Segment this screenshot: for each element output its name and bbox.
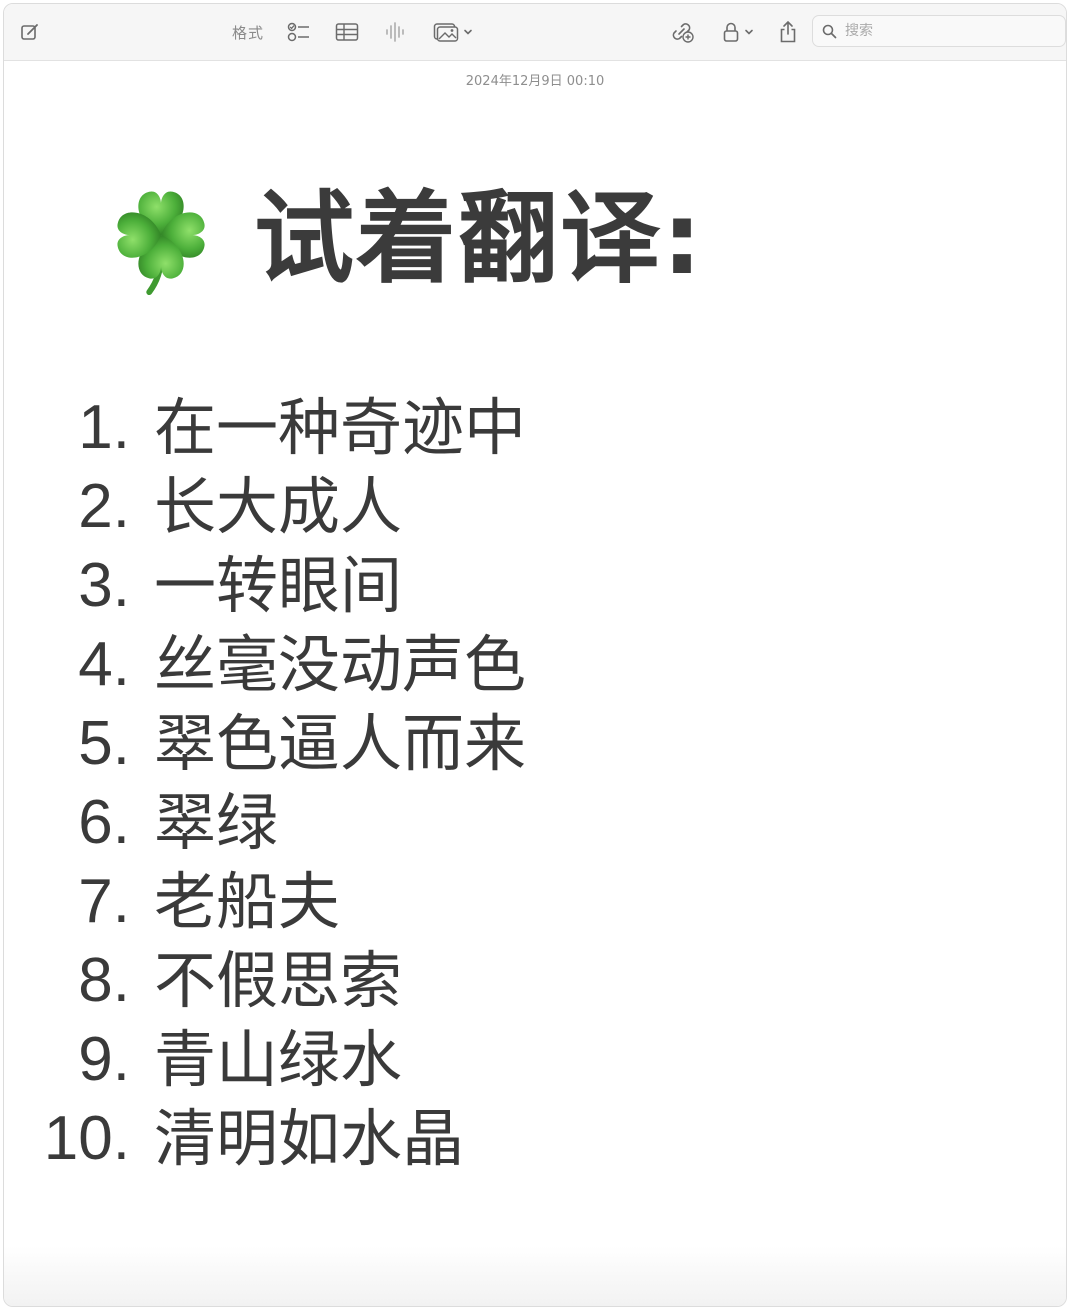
waveform-icon [386,22,404,42]
table-icon [335,23,359,41]
search-box[interactable] [812,15,1066,47]
list-item[interactable]: 6. 翠绿 [4,783,526,862]
format-label: 格式 [231,23,264,42]
audio-button[interactable] [380,18,410,46]
share-button[interactable] [774,18,802,46]
checklist-button[interactable] [284,18,314,46]
list-item-number: 10. [43,1103,130,1173]
list-item-text: 老船夫 [154,864,341,938]
list-item-number: 4. [78,629,130,699]
notes-window: 格式 搜索 2024年12月9日 00:10 试着翻译: 1. 在一种奇迹中 2… [3,3,1067,1307]
list-item[interactable]: 4. 丝毫没动声色 [4,625,526,704]
table-button[interactable] [332,18,362,46]
list-item-text: 青山绿水 [154,1022,403,1096]
list-item-text: 在一种奇迹中 [154,390,527,464]
list-item-number: 8. [78,945,130,1015]
list-item-text: 不假思索 [154,943,403,1017]
lock-button[interactable] [716,18,760,46]
list-item[interactable]: 2. 长大成人 [4,467,526,546]
media-button[interactable] [428,18,478,46]
list-item[interactable]: 9. 青山绿水 [4,1020,526,1099]
new-note-button[interactable] [16,18,44,46]
list-item-number: 5. [78,708,130,778]
note-title[interactable]: 试着翻译: [104,174,704,304]
chevron-down-icon [464,29,472,35]
list-item[interactable]: 5. 翠色逼人而来 [4,704,526,783]
bottom-edge [4,1246,1066,1306]
list-item-number: 6. [78,787,130,857]
list-item-number: 9. [78,1024,130,1094]
list-item-number: 1. [78,392,130,462]
search-icon [822,24,837,38]
note-title-text: 试着翻译: [254,180,704,297]
list-item-text: 清明如水晶 [154,1101,465,1175]
list-item[interactable]: 10. 清明如水晶 [4,1099,526,1178]
link-add-icon [672,23,694,43]
toolbar: 格式 [4,4,1066,61]
format-button[interactable]: 格式 [226,18,270,46]
list-item[interactable]: 8. 不假思索 [4,941,526,1020]
collaborate-button[interactable] [666,18,698,46]
search-input[interactable] [843,22,1047,40]
photo-icon [433,23,459,42]
note-list[interactable]: 1. 在一种奇迹中 2. 长大成人 3. 一转眼间 4. 丝毫没动声色 5. 翠色逼人而来… [4,388,526,1178]
list-item-text: 丝毫没动声色 [154,627,527,701]
chevron-down-icon [745,29,753,35]
list-item-number: 2. [78,471,130,541]
list-item-text: 翠绿 [154,785,279,859]
checklist-icon [287,22,309,42]
share-icon [780,20,796,43]
list-item-number: 3. [78,550,130,620]
list-item[interactable]: 1. 在一种奇迹中 [4,388,526,467]
list-item-text: 一转眼间 [154,548,403,622]
list-item-text: 翠色逼人而来 [154,706,527,780]
list-item[interactable]: 3. 一转眼间 [4,546,526,625]
compose-icon [21,24,38,40]
lock-icon [723,22,739,42]
list-item-number: 7. [78,866,130,936]
note-date: 2024年12月9日 00:10 [465,74,605,89]
list-item[interactable]: 7. 老船夫 [4,862,526,941]
list-item-text: 长大成人 [154,469,403,543]
four-leaf-clover-icon [117,191,205,296]
